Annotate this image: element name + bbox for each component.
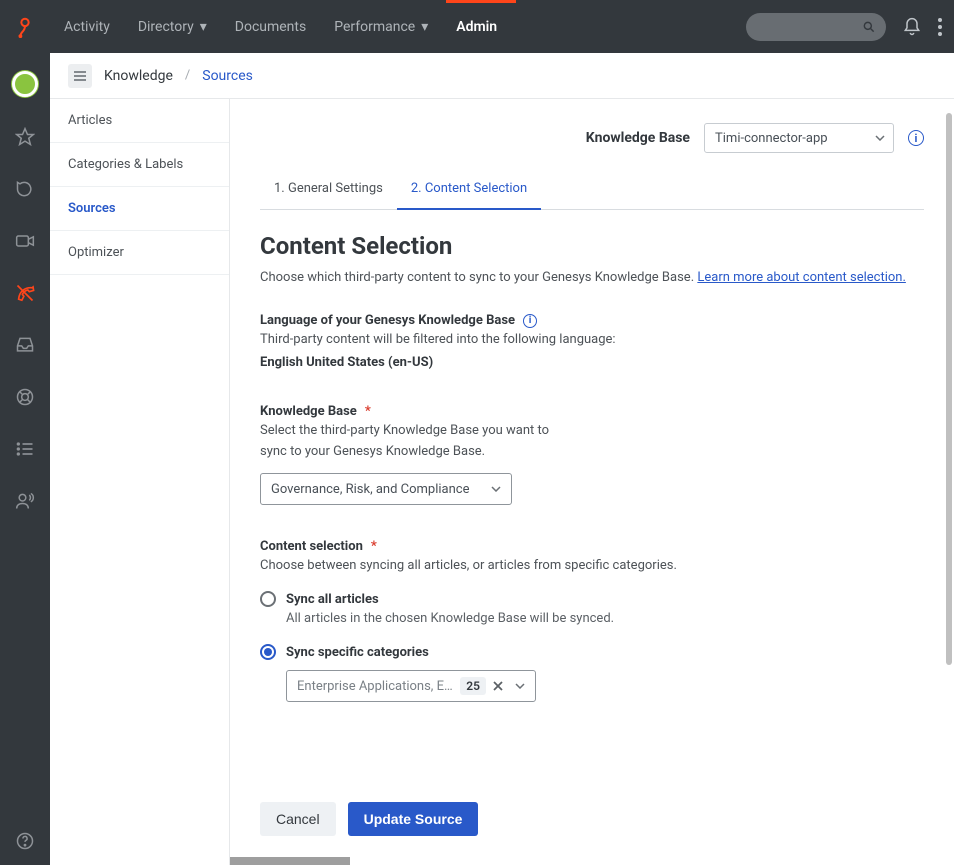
content-selection-block: Content selection * Choose between syncin…	[260, 539, 924, 702]
radio-all-label: Sync all articles	[286, 592, 379, 607]
breadcrumb-parent[interactable]: Knowledge	[104, 68, 173, 84]
language-block: Language of your Genesys Knowledge Base …	[260, 313, 924, 370]
radio-all-desc: All articles in the chosen Knowledge Bas…	[286, 611, 924, 626]
nav-performance[interactable]: Performance ▾	[320, 19, 442, 35]
language-label-text: Language of your Genesys Knowledge Base	[260, 313, 515, 328]
horizontal-scrollbar[interactable]	[230, 857, 350, 865]
main-frame: Knowledge / Sources Articles Categories …	[50, 53, 954, 865]
video-icon[interactable]	[13, 229, 37, 253]
intro-span: Choose which third-party content to sync…	[260, 270, 697, 285]
nav-admin[interactable]: Admin	[442, 19, 511, 35]
nav-documents[interactable]: Documents	[221, 19, 320, 35]
clear-icon[interactable]	[492, 680, 504, 692]
required-asterisk: *	[371, 539, 377, 554]
chevron-down-icon: ▾	[200, 19, 207, 35]
info-icon[interactable]: i	[523, 314, 537, 328]
action-row: Cancel Update Source	[260, 802, 924, 836]
kb-selector-label: Knowledge Base	[586, 130, 690, 146]
kb-block: Knowledge Base * Select the third-party K…	[260, 404, 924, 505]
kb-help-1: Select the third-party Knowledge Base yo…	[260, 423, 924, 438]
breadcrumb-current[interactable]: Sources	[202, 68, 253, 84]
multi-count-badge: 25	[460, 677, 486, 695]
tabs: 1. General Settings 2. Content Selection	[260, 171, 924, 210]
cs-label-text: Content selection	[260, 539, 363, 554]
third-party-kb-select[interactable]: Governance, Risk, and Compliance	[260, 473, 512, 505]
accent-bar	[446, 0, 516, 3]
cs-label: Content selection *	[260, 539, 924, 554]
nav-items: Activity Directory ▾ Documents Performanc…	[50, 19, 511, 35]
chevron-down-icon	[510, 683, 529, 689]
nav-label: Activity	[64, 19, 110, 35]
help-icon[interactable]	[15, 831, 35, 851]
radio-sync-all[interactable]: Sync all articles	[260, 591, 924, 607]
radio-cat-label: Sync specific categories	[286, 645, 429, 660]
learn-more-link[interactable]: Learn more about content selection.	[697, 270, 906, 285]
breadcrumb-separator: /	[185, 68, 190, 83]
list-icon[interactable]	[13, 437, 37, 461]
language-label: Language of your Genesys Knowledge Base …	[260, 313, 924, 328]
page-content: Knowledge Base Timi-connector-app i 1. G…	[230, 99, 954, 865]
sidemenu-sources[interactable]: Sources	[50, 187, 229, 231]
vertical-scrollbar[interactable]	[946, 113, 952, 665]
left-rail	[0, 53, 50, 865]
nav-label: Directory	[138, 19, 194, 35]
required-asterisk: *	[365, 404, 371, 419]
breadcrumb-row: Knowledge / Sources	[50, 53, 954, 99]
nav-label: Admin	[456, 19, 497, 35]
nav-directory[interactable]: Directory ▾	[124, 19, 221, 35]
nav-activity[interactable]: Activity	[50, 19, 124, 35]
page-title: Content Selection	[260, 232, 924, 260]
language-value: English United States (en-US)	[260, 355, 924, 370]
hamburger-icon[interactable]	[68, 64, 92, 88]
sidemenu-optimizer[interactable]: Optimizer	[50, 231, 229, 275]
chevron-down-icon	[875, 135, 885, 141]
search-input[interactable]	[746, 13, 886, 41]
nav-label: Documents	[235, 19, 306, 35]
side-menu: Articles Categories & Labels Sources Opt…	[50, 99, 230, 865]
chevron-down-icon	[491, 486, 501, 492]
kb-label-text: Knowledge Base	[260, 404, 357, 419]
radio-sync-categories[interactable]: Sync specific categories	[260, 644, 924, 660]
info-icon[interactable]: i	[908, 130, 924, 146]
cancel-button[interactable]: Cancel	[260, 802, 336, 836]
sidemenu-categories-labels[interactable]: Categories & Labels	[50, 143, 229, 187]
kb-selector-value: Timi-connector-app	[715, 131, 828, 146]
kb-label: Knowledge Base *	[260, 404, 924, 419]
intro-text: Choose which third-party content to sync…	[260, 270, 924, 285]
user-voice-icon[interactable]	[13, 489, 37, 513]
tab-general-settings[interactable]: 1. General Settings	[260, 171, 397, 209]
kb-selector-dropdown[interactable]: Timi-connector-app	[704, 123, 894, 153]
body: Articles Categories & Labels Sources Opt…	[50, 99, 954, 865]
search-icon	[862, 20, 876, 34]
sidemenu-articles[interactable]: Articles	[50, 99, 229, 143]
inbox-icon[interactable]	[13, 333, 37, 357]
chevron-down-icon: ▾	[421, 19, 428, 35]
kb-selector-row: Knowledge Base Timi-connector-app i	[260, 123, 924, 153]
notifications-icon[interactable]	[902, 17, 922, 37]
lifebuoy-icon[interactable]	[13, 385, 37, 409]
more-menu-icon[interactable]	[938, 18, 942, 36]
genesys-logo[interactable]	[0, 16, 50, 38]
radio-icon	[260, 644, 276, 660]
kb-select-value: Governance, Risk, and Compliance	[271, 482, 470, 497]
radio-icon	[260, 591, 276, 607]
nav-label: Performance	[334, 19, 415, 35]
topbar-right	[746, 13, 942, 41]
cs-help: Choose between syncing all articles, or …	[260, 558, 924, 573]
update-source-button[interactable]: Update Source	[348, 802, 479, 836]
chat-icon[interactable]	[13, 177, 37, 201]
top-navbar: Activity Directory ▾ Documents Performanc…	[0, 0, 954, 53]
tab-content-selection[interactable]: 2. Content Selection	[397, 171, 541, 210]
phone-off-icon[interactable]	[13, 281, 37, 305]
kb-help-2: sync to your Genesys Knowledge Base.	[260, 444, 924, 459]
avatar[interactable]	[12, 71, 38, 97]
language-help: Third-party content will be filtered int…	[260, 332, 924, 347]
multi-text: Enterprise Applications, Enterpris…	[297, 679, 456, 694]
star-icon[interactable]	[13, 125, 37, 149]
categories-multiselect[interactable]: Enterprise Applications, Enterpris… 25	[286, 670, 536, 702]
